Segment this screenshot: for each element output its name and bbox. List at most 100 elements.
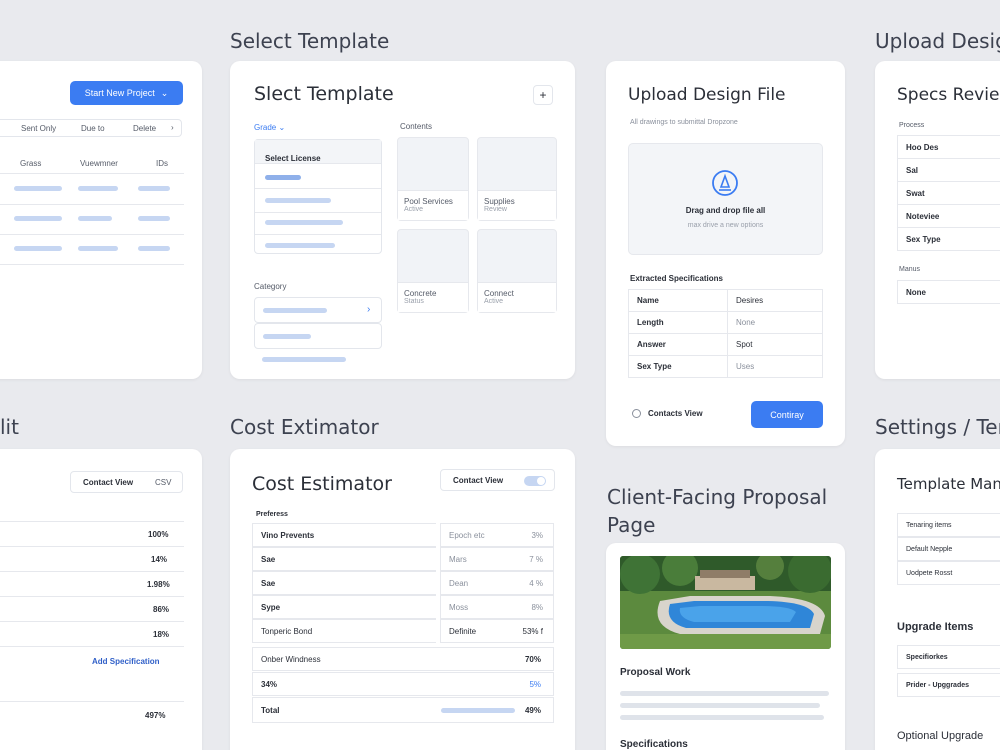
specs-review-card: Specs Review Process Hoo Des Sal Swat No… <box>875 61 1000 379</box>
upgrade-row[interactable]: Prider - Upggrades <box>897 673 1000 697</box>
list-item[interactable] <box>265 220 343 225</box>
continue-button[interactable]: Contiray <box>751 401 823 428</box>
grade-dropdown[interactable]: Grade ⌄ <box>254 123 285 132</box>
section-title-upload-design: Upload Desig <box>875 29 1000 53</box>
tile-name: Concrete <box>404 289 437 298</box>
tile-name: Connect <box>484 289 514 298</box>
cost-row-field[interactable]: Dean 4 % <box>440 571 554 595</box>
optional-upgrade-heading: Optional Upgrade <box>897 730 984 742</box>
template-row[interactable]: Tenaring items <box>897 513 1000 537</box>
contacts-view-radio[interactable] <box>632 409 641 418</box>
spec-row[interactable]: Sal <box>897 158 1000 182</box>
list-item[interactable] <box>265 243 335 248</box>
process-label: Process <box>899 122 925 129</box>
card-title: Cost Estimator <box>252 473 392 495</box>
add-button[interactable]: + <box>533 85 553 105</box>
drop-text: Drag and drop file all <box>685 206 766 215</box>
section-title-select-template: Select Template <box>230 29 390 53</box>
section-title-edit: lit <box>0 415 19 439</box>
upgrade-items-heading: Upgrade Items <box>897 621 974 633</box>
filter-delete[interactable]: Delete <box>133 124 156 133</box>
list-item[interactable] <box>265 175 301 180</box>
cost-row-label: Sae <box>252 571 436 595</box>
project-list-card: Start New Project ⌄ Sent Only Due to Del… <box>0 61 202 379</box>
row-value: 5% <box>529 679 541 689</box>
template-tile[interactable]: Concrete Status <box>397 229 469 313</box>
cost-row-label: Vino Prevents <box>252 523 436 547</box>
cost-row-field[interactable]: Definite 53% f <box>440 619 554 643</box>
field-text: Epoch etc <box>449 530 485 540</box>
spec-key: Sex Type <box>628 355 728 378</box>
spec-row[interactable]: Swat <box>897 181 1000 205</box>
total-label: Total <box>261 705 280 715</box>
column-header-grass: Grass <box>20 159 42 168</box>
value-cell: 14% <box>151 555 168 564</box>
section-title-settings: Settings / Ter <box>875 415 1000 439</box>
plus-icon: + <box>539 88 547 102</box>
field-text: Mars <box>449 554 467 564</box>
client-proposal-card: Proposal Work Specifications <box>606 543 845 750</box>
spec-row[interactable]: Sex Type <box>897 227 1000 251</box>
spec-row[interactable]: Noteviee <box>897 204 1000 228</box>
field-text: Dean <box>449 578 469 588</box>
filter-due-to[interactable]: Due to <box>81 124 105 133</box>
dropzone[interactable]: Drag and drop file all max drive a new o… <box>628 143 823 255</box>
cost-row-field[interactable]: Epoch etc 3% <box>440 523 554 547</box>
upload-design-card: Upload Design File All drawings to submi… <box>606 61 845 446</box>
spec-row[interactable]: None <box>897 280 1000 304</box>
cost-row-field[interactable]: Mars 7 % <box>440 547 554 571</box>
row-label: Onber Windness <box>261 654 321 664</box>
row-label: 34% <box>261 679 278 689</box>
card-title: Specs Review <box>897 85 1000 105</box>
upload-icon <box>710 168 740 198</box>
spec-value[interactable]: None <box>727 311 823 334</box>
template-row[interactable]: Uodpete Rosst <box>897 561 1000 585</box>
tile-sub: Active <box>404 206 424 213</box>
cost-row-field[interactable]: Moss 8% <box>440 595 554 619</box>
divider <box>0 204 184 205</box>
upgrade-row[interactable]: Specifiorkes <box>897 645 1000 669</box>
card-title: Slect Template <box>254 83 394 105</box>
contact-view-select[interactable]: Contact View CSV <box>70 471 183 493</box>
chevron-down-icon: ⌄ <box>278 123 286 132</box>
category-label: Category <box>254 282 287 291</box>
contact-view-label: Contact View <box>83 478 134 487</box>
spec-value[interactable]: Uses <box>727 355 823 378</box>
tile-sub: Status <box>404 298 424 305</box>
field-text: Moss <box>449 602 469 612</box>
spec-value[interactable]: Desires <box>727 289 823 312</box>
value-cell: 100% <box>148 530 169 539</box>
start-new-project-button[interactable]: Start New Project ⌄ <box>70 81 183 105</box>
total-progress <box>441 708 515 713</box>
template-tile[interactable]: Pool Services Active <box>397 137 469 221</box>
value-cell: 86% <box>153 605 170 614</box>
select-template-card: Slect Template + Grade ⌄ Select License … <box>230 61 575 379</box>
template-row[interactable]: Default Nepple <box>897 537 1000 561</box>
category-item[interactable] <box>254 323 382 349</box>
contact-view-toggle[interactable]: Contact View <box>440 469 555 491</box>
list-item[interactable] <box>265 198 331 203</box>
settings-card: Template Man Tenaring items Default Nepp… <box>875 449 1000 750</box>
divider <box>0 264 184 265</box>
column-header-vuewmner: Vuewmner <box>80 159 118 168</box>
category-item[interactable]: › <box>254 297 382 323</box>
category-item[interactable] <box>262 357 346 362</box>
spec-value[interactable]: Spot <box>727 333 823 356</box>
template-tile[interactable]: Connect Active <box>477 229 557 313</box>
total-value: 497% <box>145 711 166 720</box>
chevron-right-icon: › <box>171 123 174 132</box>
filter-bar: Sent Only Due to Delete › <box>0 119 182 137</box>
total-row: Total 49% <box>252 697 554 723</box>
field-value: 8% <box>531 602 543 612</box>
toggle-switch[interactable] <box>524 476 546 486</box>
edit-card: Contact View CSV 100% 14% 1.98% 86% 18% … <box>0 449 202 750</box>
filter-sent-only[interactable]: Sent Only <box>21 124 56 133</box>
extracted-specs-header: Extracted Specifications <box>630 274 723 283</box>
license-list-header: Select License <box>255 140 381 164</box>
row-34: 34% 5% <box>252 672 554 696</box>
text-placeholder <box>620 703 820 708</box>
add-specification-link[interactable]: Add Specification <box>92 657 160 666</box>
spec-row[interactable]: Hoo Des <box>897 135 1000 159</box>
template-tile[interactable]: Supplies Review <box>477 137 557 221</box>
csv-label: CSV <box>155 478 172 487</box>
